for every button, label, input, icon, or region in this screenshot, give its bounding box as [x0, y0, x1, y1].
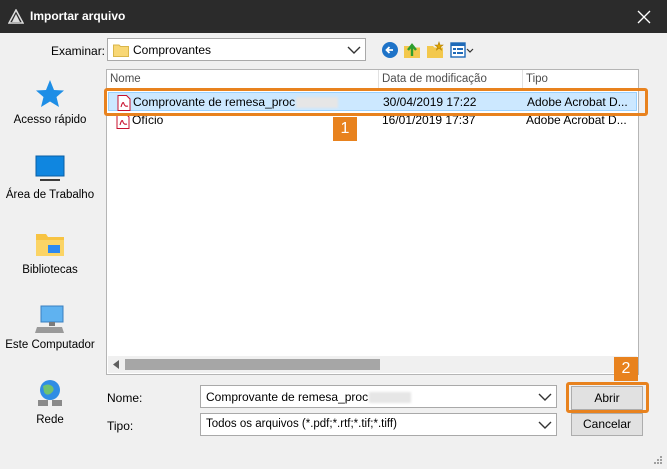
- highlight-box-open: [566, 382, 649, 413]
- filetype-value: Todos os arquivos (*.pdf;*.rtf;*.tif;*.t…: [206, 418, 397, 430]
- chevron-down-icon: [347, 46, 361, 54]
- close-icon: [637, 10, 651, 23]
- folder-icon: [113, 44, 129, 57]
- redacted-text: [369, 392, 412, 404]
- step-badge: 1: [333, 117, 357, 141]
- place-desktop[interactable]: Área de Trabalho: [0, 153, 100, 201]
- close-button[interactable]: [621, 0, 667, 33]
- filetype-label: Tipo:: [107, 419, 134, 433]
- computer-icon: [35, 305, 64, 333]
- title-bar: Importar arquivo: [0, 0, 667, 33]
- scrollbar-thumb[interactable]: [125, 359, 380, 370]
- chevron-down-icon[interactable]: [538, 392, 552, 402]
- desktop-icon: [35, 155, 65, 181]
- star-icon: [36, 80, 64, 107]
- lookin-dropdown[interactable]: Comprovantes: [107, 38, 366, 61]
- filetype-dropdown[interactable]: Todos os arquivos (*.pdf;*.rtf;*.tif;*.t…: [200, 413, 557, 436]
- chevron-down-icon: [538, 421, 552, 429]
- place-label: Área de Trabalho: [5, 189, 95, 201]
- column-header-name[interactable]: Nome: [107, 70, 378, 88]
- scroll-left-icon[interactable]: [112, 360, 120, 369]
- column-header-type[interactable]: Tipo: [523, 70, 638, 88]
- libraries-icon: [36, 234, 64, 256]
- window-title: Importar arquivo: [30, 9, 126, 23]
- resize-grip-icon[interactable]: [652, 454, 662, 464]
- filename-label: Nome:: [107, 391, 143, 405]
- back-icon[interactable]: [381, 41, 399, 59]
- lookin-value: Comprovantes: [133, 43, 212, 57]
- filename-value: Comprovante de remesa_proc: [206, 390, 412, 404]
- horizontal-scrollbar[interactable]: [108, 356, 637, 373]
- place-quick-access[interactable]: Acesso rápido: [0, 78, 100, 126]
- app-logo-icon: [8, 9, 24, 24]
- lookin-label: Examinar:: [51, 44, 106, 58]
- highlight-box-file: [104, 88, 648, 116]
- place-libraries[interactable]: Bibliotecas: [0, 228, 100, 276]
- place-label: Rede: [36, 414, 64, 426]
- place-network[interactable]: Rede: [0, 378, 100, 426]
- network-icon: [38, 380, 62, 406]
- view-menu-icon[interactable]: [450, 42, 474, 60]
- step-badge: 2: [614, 357, 638, 381]
- cancel-button[interactable]: Cancelar: [571, 413, 643, 436]
- place-label: Bibliotecas: [22, 264, 78, 276]
- column-header-date[interactable]: Data de modificação: [379, 70, 522, 88]
- place-label: Este Computador: [5, 339, 95, 351]
- up-folder-icon[interactable]: [403, 41, 421, 59]
- place-label: Acesso rápido: [13, 114, 87, 126]
- place-this-pc[interactable]: Este Computador: [0, 303, 100, 351]
- new-folder-icon[interactable]: [426, 41, 444, 59]
- filename-input[interactable]: Comprovante de remesa_proc: [200, 385, 557, 408]
